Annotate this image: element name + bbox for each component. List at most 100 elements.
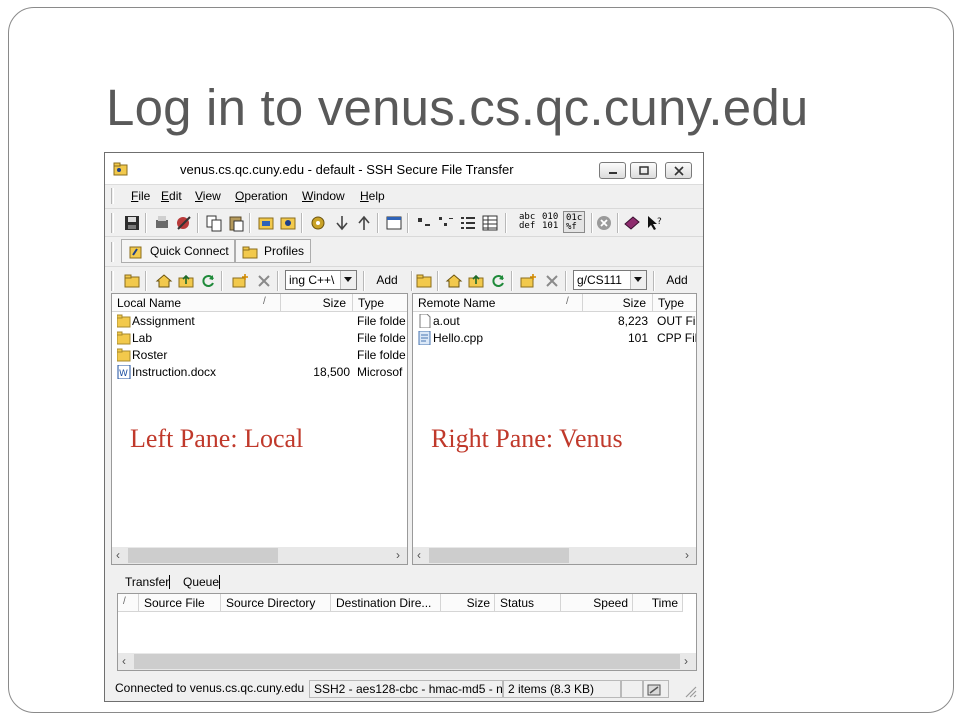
whats-this-icon[interactable]: ?: [645, 214, 663, 232]
save-icon[interactable]: [123, 214, 141, 232]
file-icon: [419, 314, 431, 328]
scrollbar-thumb[interactable]: [128, 548, 278, 563]
scroll-left-icon[interactable]: ‹: [116, 548, 120, 562]
small-icons-view-icon[interactable]: [437, 214, 455, 232]
transfer-col-destination[interactable]: Destination Dire...: [331, 594, 441, 612]
local-horizontal-scrollbar[interactable]: ‹ ›: [112, 547, 407, 564]
binary-mode-button[interactable]: 010 101: [542, 213, 558, 231]
scroll-left-icon[interactable]: ‹: [417, 548, 421, 562]
local-row[interactable]: Roster File folde: [112, 347, 407, 364]
scroll-right-icon[interactable]: ›: [685, 548, 689, 562]
remote-col-type[interactable]: Type: [653, 294, 696, 312]
remote-home-icon[interactable]: [445, 272, 463, 290]
remote-new-folder-icon[interactable]: [519, 272, 537, 290]
transfer-col-source-directory[interactable]: Source Directory: [221, 594, 331, 612]
toolbar-separator: [145, 213, 147, 233]
scrollbar-thumb[interactable]: [429, 548, 569, 563]
close-button[interactable]: [665, 162, 692, 179]
transfer-col-sort[interactable]: /: [118, 594, 139, 612]
scroll-left-icon[interactable]: ‹: [122, 654, 126, 668]
folder-icon: [117, 331, 131, 345]
local-row[interactable]: W Instruction.docx 18,500 Microsof: [112, 364, 407, 381]
local-file-pane[interactable]: Local Name / Size Type Assignment File f…: [111, 293, 408, 565]
remote-horizontal-scrollbar[interactable]: ‹ ›: [413, 547, 696, 564]
paste-icon[interactable]: [227, 214, 245, 232]
large-icons-view-icon[interactable]: [415, 214, 433, 232]
scroll-right-icon[interactable]: ›: [684, 654, 688, 668]
tab-queue[interactable]: Queue: [183, 575, 221, 589]
remote-parent-folder-icon[interactable]: [467, 272, 485, 290]
sort-indicator-icon: /: [566, 296, 569, 307]
local-path-value: ing C++\: [289, 273, 335, 287]
local-up-folder-icon[interactable]: [123, 272, 141, 290]
remote-row[interactable]: a.out 8,223 OUT Fi: [413, 313, 696, 330]
title-bar[interactable]: venus.cs.qc.cuny.edu - default - SSH Sec…: [105, 153, 703, 185]
details-view-icon[interactable]: [481, 214, 499, 232]
maximize-button[interactable]: [630, 162, 657, 179]
list-view-icon[interactable]: [459, 214, 477, 232]
toolbar-separator: [301, 213, 303, 233]
transfer-col-speed[interactable]: Speed: [561, 594, 633, 612]
local-add-button[interactable]: Add: [369, 270, 405, 290]
scroll-right-icon[interactable]: ›: [396, 548, 400, 562]
auto-mode-button[interactable]: 01c %f: [563, 211, 585, 233]
local-path-dropdown[interactable]: [340, 271, 356, 289]
disconnect-icon[interactable]: [175, 214, 193, 232]
local-row[interactable]: Assignment File folde: [112, 313, 407, 330]
menu-view[interactable]: View: [195, 189, 221, 203]
transfer-col-size[interactable]: Size: [441, 594, 495, 612]
toolbar-separator: [617, 213, 619, 233]
print-icon[interactable]: [153, 214, 171, 232]
remote-pane-annotation: Right Pane: Venus: [431, 424, 623, 453]
remote-col-size[interactable]: Size: [583, 294, 653, 312]
remote-add-button[interactable]: Add: [657, 270, 697, 290]
remote-file-pane[interactable]: Remote Name / Size Type a.out 8,223 OUT …: [412, 293, 697, 565]
local-path-combo[interactable]: ing C++\: [285, 270, 357, 290]
local-new-folder-icon[interactable]: [231, 272, 249, 290]
status-empty-cell: [621, 680, 643, 698]
remote-col-name[interactable]: Remote Name /: [413, 294, 583, 312]
menu-file[interactable]: File: [131, 189, 150, 203]
transfer-col-status[interactable]: Status: [495, 594, 561, 612]
remote-path-value: g/CS111: [577, 273, 622, 287]
menu-edit[interactable]: Edit: [161, 189, 182, 203]
toolbar-separator: [249, 213, 251, 233]
scrollbar-thumb[interactable]: [134, 654, 680, 669]
local-parent-folder-icon[interactable]: [177, 272, 195, 290]
profiles-button[interactable]: Profiles: [235, 239, 311, 263]
file-view-icon[interactable]: [385, 214, 403, 232]
download-icon[interactable]: [333, 214, 351, 232]
minimize-button[interactable]: [599, 162, 626, 179]
local-refresh-icon[interactable]: [199, 272, 217, 290]
local-col-size[interactable]: Size: [281, 294, 353, 312]
local-home-icon[interactable]: [155, 272, 173, 290]
local-row[interactable]: Lab File folde: [112, 330, 407, 347]
transfer-horizontal-scrollbar[interactable]: ‹ ›: [118, 653, 696, 670]
remote-row[interactable]: Hello.cpp 101 CPP Fil: [413, 330, 696, 347]
transfer-list[interactable]: / Source File Source Directory Destinati…: [117, 593, 697, 671]
help-book-icon[interactable]: [623, 214, 641, 232]
menu-help[interactable]: Help: [360, 189, 385, 203]
quick-connect-button[interactable]: Quick Connect: [121, 239, 235, 263]
local-col-name[interactable]: Local Name /: [112, 294, 281, 312]
remote-delete-icon[interactable]: [543, 272, 561, 290]
upload-icon[interactable]: [355, 214, 373, 232]
menu-operation[interactable]: Operation: [235, 189, 288, 203]
copy-icon[interactable]: [205, 214, 223, 232]
ascii-mode-button[interactable]: abc def: [519, 213, 535, 231]
local-col-type[interactable]: Type: [353, 294, 407, 312]
local-delete-icon[interactable]: [255, 272, 273, 290]
menu-window[interactable]: Window: [302, 189, 345, 203]
remote-up-folder-icon[interactable]: [415, 272, 433, 290]
transfer-col-time[interactable]: Time: [633, 594, 683, 612]
stop-icon[interactable]: [595, 214, 613, 232]
transfer-col-source-file[interactable]: Source File: [139, 594, 221, 612]
terminal-icon[interactable]: [279, 214, 297, 232]
new-connection-icon[interactable]: [257, 214, 275, 232]
resize-grip-icon[interactable]: [683, 684, 697, 698]
remote-path-dropdown[interactable]: [630, 271, 646, 289]
remote-refresh-icon[interactable]: [489, 272, 507, 290]
tab-transfer[interactable]: Transfer: [125, 575, 171, 589]
settings-icon[interactable]: [309, 214, 327, 232]
remote-path-combo[interactable]: g/CS111: [573, 270, 647, 290]
